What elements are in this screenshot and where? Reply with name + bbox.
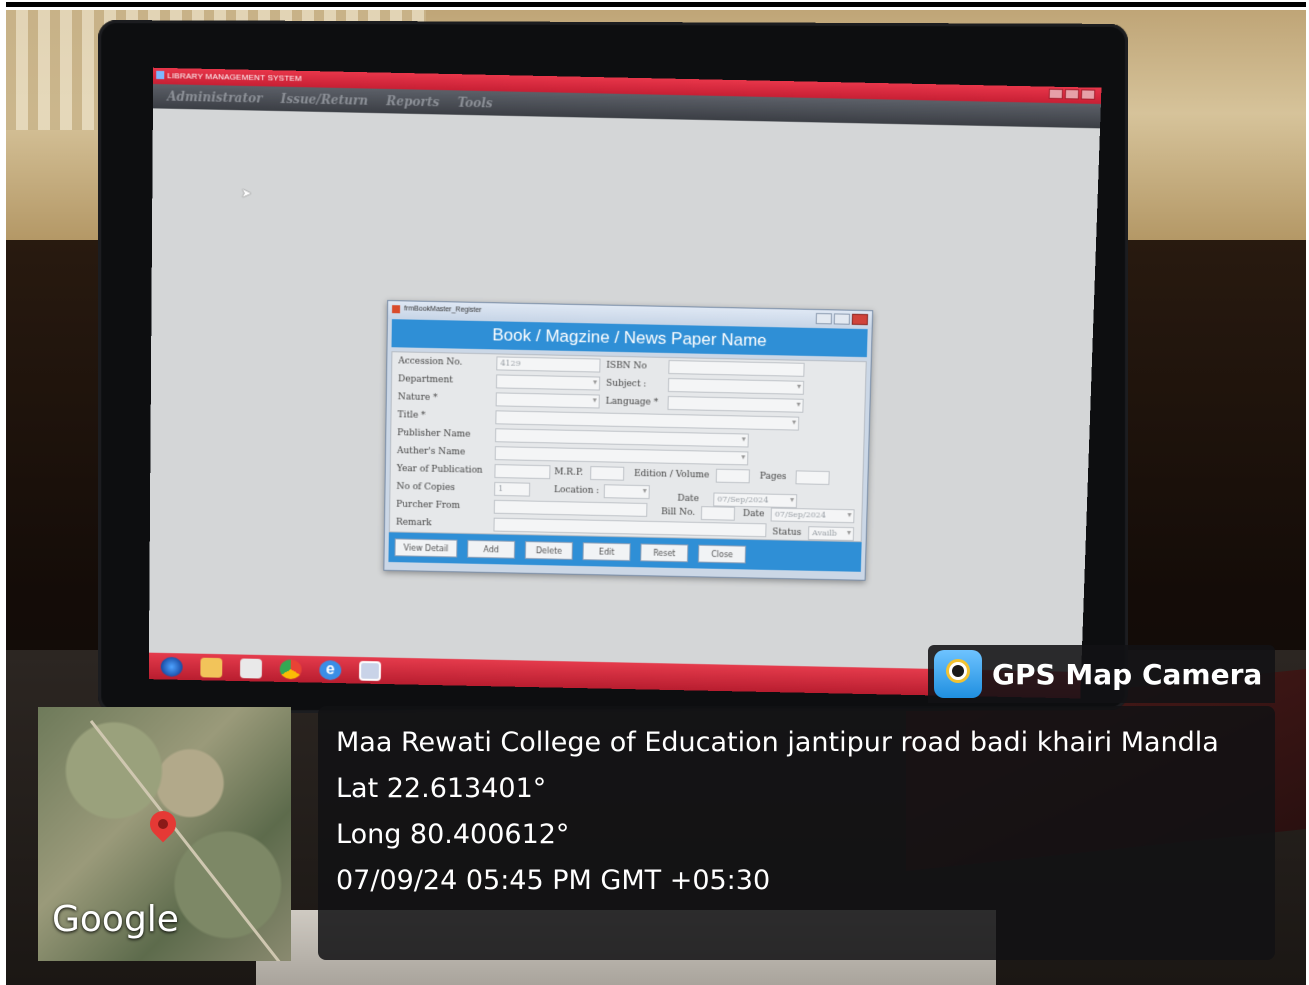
publisher-label: Publisher Name: [397, 428, 470, 439]
title-field[interactable]: [495, 410, 799, 430]
library-app-taskbar-icon[interactable]: [359, 660, 381, 680]
department-select[interactable]: [496, 374, 600, 390]
copies-label: No of Copies: [396, 482, 455, 493]
author-label: Auther's Name: [397, 446, 465, 457]
year-field[interactable]: [494, 464, 550, 479]
gps-camera-badge: GPS Map Camera: [928, 645, 1275, 703]
isbn-label: ISBN No: [606, 361, 647, 372]
close-button[interactable]: Close: [698, 545, 746, 564]
accession-field[interactable]: 4129: [496, 356, 600, 372]
author-select[interactable]: [495, 446, 749, 465]
geo-info-panel: Maa Rewati College of Education jantipur…: [318, 706, 1275, 960]
accession-label: Accession No.: [398, 356, 462, 367]
year-label: Year of Publication: [397, 464, 483, 476]
mouse-pointer-icon: ➤: [241, 185, 252, 201]
monitor-screen: LIBRARY MANAGEMENT SYSTEM Administrator …: [149, 68, 1102, 699]
edition-label: Edition / Volume: [634, 469, 709, 480]
isbn-field[interactable]: [668, 360, 804, 377]
department-label: Department: [398, 374, 453, 385]
remark-field[interactable]: [493, 518, 766, 538]
bill-date-label: Date: [743, 509, 765, 519]
location-pin-dot: [158, 819, 168, 829]
location-label: Location :: [554, 485, 599, 496]
menu-administrator[interactable]: Administrator: [167, 89, 262, 105]
date-label: Date: [677, 494, 699, 504]
edition-field[interactable]: [716, 469, 750, 484]
gps-camera-logo-icon: [934, 650, 982, 698]
map-thumbnail: Google: [38, 707, 291, 961]
maximize-icon[interactable]: [1065, 89, 1079, 99]
mrp-field[interactable]: [590, 466, 624, 481]
minimize-icon[interactable]: [1049, 89, 1063, 99]
status-label: Status: [772, 527, 801, 538]
edit-button[interactable]: Edit: [583, 542, 631, 561]
dialog-close-icon[interactable]: [852, 314, 868, 325]
dialog-maximize-icon[interactable]: [834, 313, 850, 324]
bill-no-label: Bill No.: [661, 507, 695, 518]
datetime-text: 07/09/24 05:45 PM GMT +05:30: [336, 858, 1275, 904]
purchased-from-field[interactable]: [494, 500, 648, 517]
nature-select[interactable]: [496, 392, 600, 408]
language-label: Language *: [606, 397, 659, 408]
view-detail-button[interactable]: View Detail: [394, 538, 457, 557]
app-title: LIBRARY MANAGEMENT SYSTEM: [167, 71, 302, 83]
status-select[interactable]: Availb: [808, 526, 854, 541]
bill-no-field[interactable]: [701, 506, 735, 521]
publisher-select[interactable]: [495, 428, 749, 447]
remark-label: Remark: [396, 518, 432, 529]
dialog-minimize-icon[interactable]: [816, 313, 832, 324]
window-controls: [1049, 89, 1096, 100]
location-text: Maa Rewati College of Education jantipur…: [336, 720, 1275, 766]
chrome-icon[interactable]: [280, 659, 302, 679]
longitude-text: Long 80.400612°: [336, 812, 1275, 858]
mrp-label: M.R.P.: [554, 467, 583, 478]
dialog-title: frmBookMaster_Register: [404, 305, 482, 314]
mdi-workspace: ➤ frmBookMaster_Register Book / Magzine …: [149, 108, 1100, 672]
menu-issue-return[interactable]: Issue/Return: [281, 92, 369, 108]
close-icon[interactable]: [1081, 89, 1095, 99]
form-body: Accession No. Department Nature * Title …: [389, 351, 867, 542]
title-label: Title *: [397, 410, 425, 421]
copies-field[interactable]: 1: [494, 482, 530, 497]
dialog-window-controls: [816, 313, 868, 325]
pages-field[interactable]: [795, 470, 829, 485]
add-button[interactable]: Add: [467, 540, 515, 559]
internet-explorer-icon[interactable]: e: [319, 660, 341, 680]
dialog-icon: [392, 305, 400, 313]
photo: LIBRARY MANAGEMENT SYSTEM Administrator …: [6, 10, 1306, 985]
pages-label: Pages: [760, 472, 787, 482]
menu-tools[interactable]: Tools: [457, 96, 492, 111]
menu-reports[interactable]: Reports: [386, 94, 439, 109]
google-logo: Google: [52, 899, 179, 940]
subject-select[interactable]: [668, 378, 804, 395]
subject-label: Subject :: [606, 379, 647, 390]
app-icon: [156, 71, 164, 79]
gps-camera-title: GPS Map Camera: [992, 658, 1262, 691]
delete-button[interactable]: Delete: [525, 541, 573, 560]
language-select[interactable]: [667, 396, 803, 413]
file-explorer-icon[interactable]: [200, 657, 222, 677]
nature-label: Nature *: [398, 392, 438, 403]
purchased-from-label: Purcher From: [396, 500, 460, 511]
latitude-text: Lat 22.613401°: [336, 766, 1275, 812]
bill-date-picker[interactable]: 07/Sep/2024: [771, 508, 855, 524]
book-master-dialog: frmBookMaster_Register Book / Magzine / …: [383, 300, 873, 581]
reset-button[interactable]: Reset: [640, 544, 688, 563]
start-button-icon[interactable]: [161, 656, 183, 676]
top-rule: [6, 2, 1306, 7]
location-select[interactable]: [604, 484, 650, 499]
media-player-icon[interactable]: [240, 658, 262, 678]
